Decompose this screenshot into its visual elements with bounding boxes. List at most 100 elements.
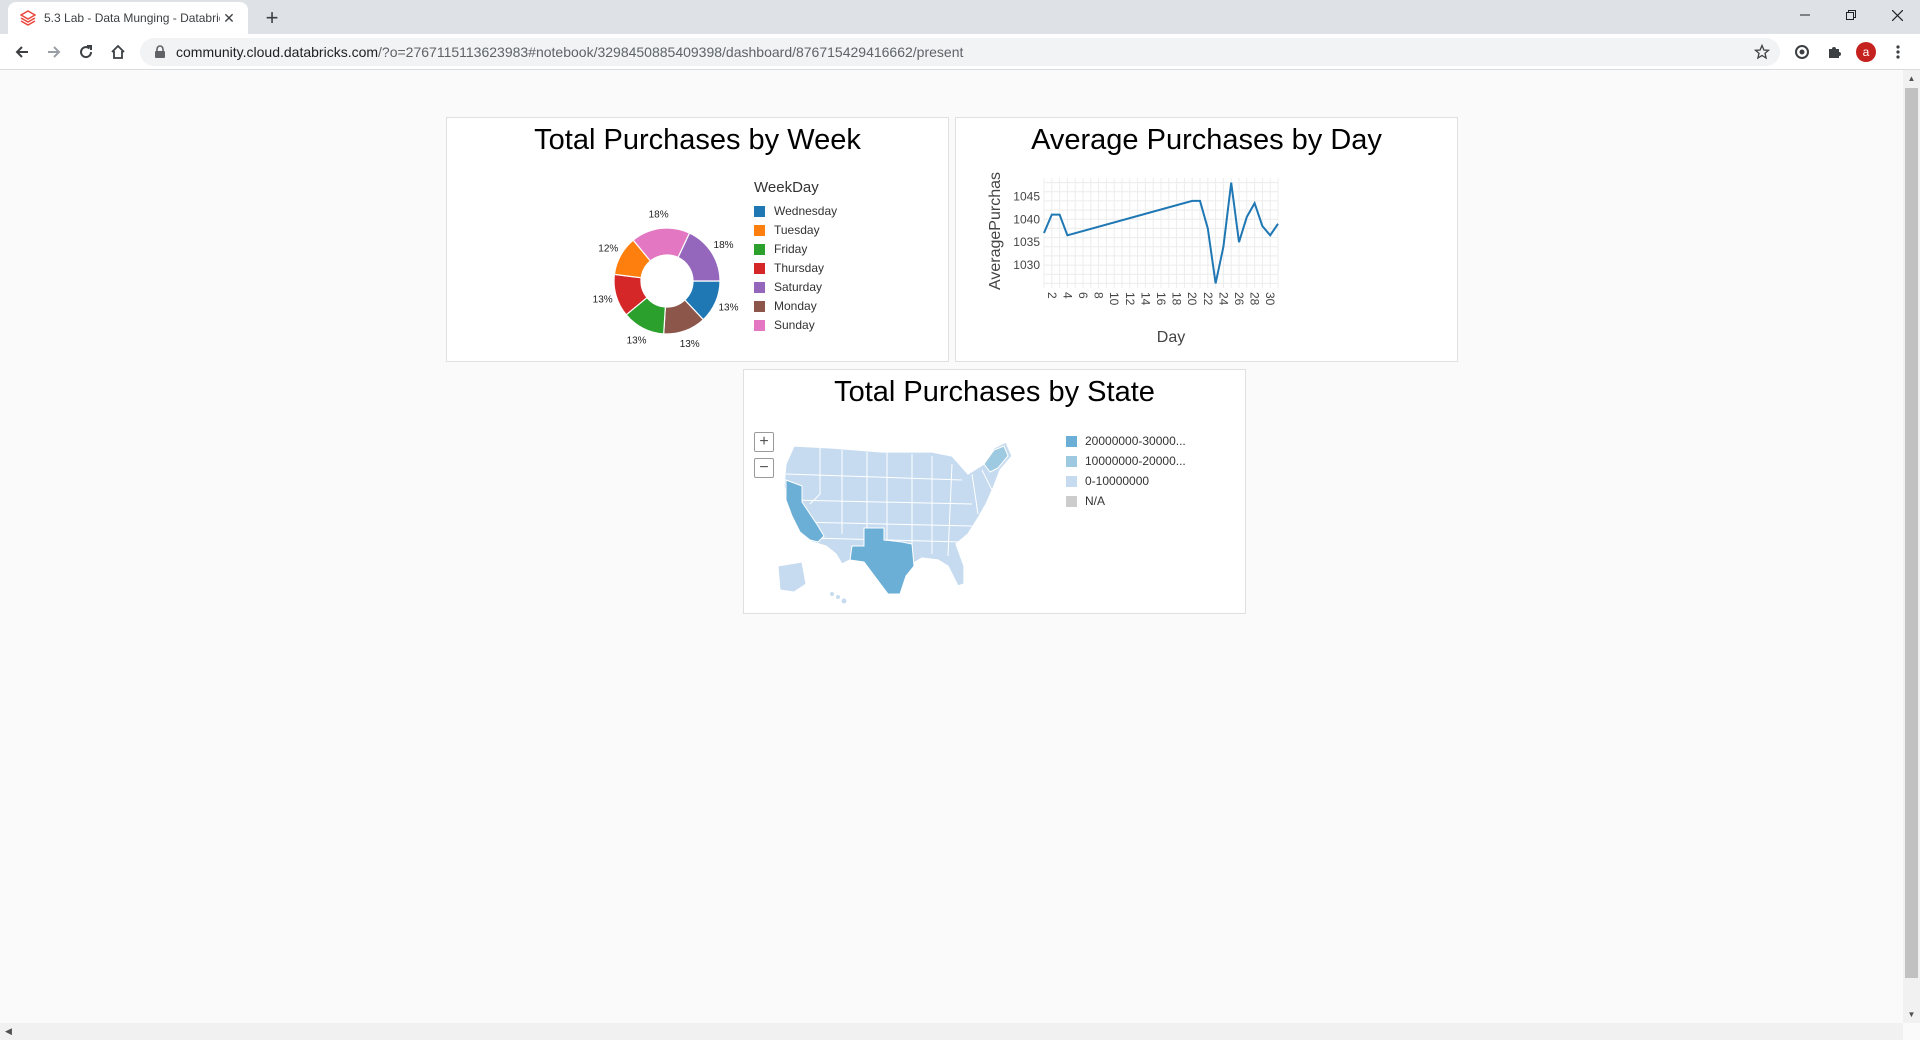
- x-tick-label: 4: [1060, 292, 1074, 299]
- legend-swatch: [1066, 435, 1077, 447]
- extension-button[interactable]: [1788, 38, 1816, 66]
- browser-tab[interactable]: 5.3 Lab - Data Munging - Databricks ✕: [8, 2, 248, 34]
- chart-title: Total Purchases by State: [834, 376, 1155, 408]
- new-tab-button[interactable]: +: [258, 5, 286, 33]
- legend-label: Wednesday: [774, 204, 838, 218]
- scroll-down-icon[interactable]: ▼: [1907, 1010, 1916, 1019]
- x-tick-label: 6: [1076, 292, 1090, 299]
- legend-swatch: [754, 205, 765, 217]
- x-tick-label: 12: [1123, 292, 1137, 306]
- legend-swatch: [754, 319, 765, 331]
- menu-icon: [1896, 45, 1900, 59]
- x-tick-label: 2: [1045, 292, 1059, 299]
- x-tick-label: 14: [1138, 292, 1152, 306]
- x-tick-label: 30: [1263, 292, 1277, 306]
- legend-label: 10000000-20000...: [1085, 454, 1186, 468]
- browser-menu-button[interactable]: [1884, 38, 1912, 66]
- donut-label-thursday: 13%: [593, 295, 613, 306]
- tab-bar: 5.3 Lab - Data Munging - Databricks ✕ +: [0, 0, 1920, 34]
- map-state-hawaii: [830, 592, 847, 604]
- donut-label-friday: 13%: [627, 336, 647, 347]
- legend-label: Friday: [774, 242, 808, 256]
- x-tick-label: 22: [1201, 292, 1215, 306]
- legend-swatch: [754, 281, 765, 293]
- map-legend-item[interactable]: 0-10000000: [1066, 474, 1149, 488]
- databricks-favicon-icon: [20, 10, 36, 26]
- legend-label: N/A: [1085, 494, 1106, 508]
- star-icon[interactable]: [1754, 44, 1770, 60]
- legend-item-friday[interactable]: Friday: [754, 242, 807, 256]
- legend-item-sunday[interactable]: Sunday: [754, 318, 815, 332]
- close-tab-icon[interactable]: ✕: [220, 9, 238, 27]
- map-legend-item[interactable]: N/A: [1066, 494, 1105, 508]
- legend-swatch: [754, 262, 765, 274]
- scroll-up-icon[interactable]: ▲: [1907, 74, 1916, 83]
- close-icon: [1891, 9, 1903, 21]
- x-tick-label: 20: [1185, 292, 1199, 306]
- legend-label: Monday: [774, 299, 817, 313]
- legend-swatch: [1066, 475, 1077, 487]
- forward-button[interactable]: [40, 38, 68, 66]
- map-state-alaska: [777, 561, 807, 593]
- legend-label: 0-10000000: [1085, 474, 1150, 488]
- legend-swatch: [754, 243, 765, 255]
- map-legend-item[interactable]: 20000000-30000...: [1066, 434, 1186, 448]
- forward-icon: [48, 46, 61, 58]
- address-bar[interactable]: community.cloud.databricks.com/?o=276711…: [140, 38, 1780, 66]
- x-tick-label: 8: [1092, 292, 1106, 299]
- legend-label: Tuesday: [774, 223, 820, 237]
- legend-label: 20000000-30000...: [1085, 434, 1186, 448]
- panel-total-purchases-by-week: Total Purchases by Week 13% 13% 13% 13% 12% 1…: [446, 117, 949, 362]
- avatar: a: [1856, 42, 1876, 62]
- chart-title: Total Purchases by Week: [534, 124, 861, 156]
- legend-label: Sunday: [774, 318, 815, 332]
- us-map[interactable]: [772, 434, 1032, 609]
- legend-title: WeekDay: [754, 179, 819, 196]
- legend-item-monday[interactable]: Monday: [754, 299, 817, 313]
- scrollbar-thumb[interactable]: [1905, 88, 1918, 978]
- minimize-button[interactable]: [1782, 0, 1828, 30]
- legend-swatch: [1066, 455, 1077, 467]
- zoom-out-button[interactable]: −: [754, 458, 774, 478]
- vertical-scrollbar[interactable]: ▲ ▼: [1903, 70, 1920, 1023]
- scroll-left-icon[interactable]: ◀: [5, 1026, 12, 1037]
- legend-item-wednesday[interactable]: Wednesday: [754, 204, 837, 218]
- horizontal-scrollbar[interactable]: ◀: [0, 1023, 1903, 1040]
- legend-label: Saturday: [774, 280, 823, 294]
- browser-toolbar: community.cloud.databricks.com/?o=276711…: [0, 34, 1920, 70]
- map-legend-item[interactable]: 10000000-20000...: [1066, 454, 1186, 468]
- reload-icon: [80, 45, 93, 59]
- x-tick-label: 24: [1216, 292, 1230, 306]
- panel-total-purchases-by-state: Total Purchases by State + − 20000000-30…: [743, 369, 1246, 614]
- puzzle-icon: [1829, 47, 1841, 58]
- donut-chart: 13% 13% 13% 13% 12% 18% 18%: [593, 210, 739, 351]
- extension-icon: [1795, 45, 1809, 59]
- profile-button[interactable]: a: [1852, 38, 1880, 66]
- y-axis-label: AveragePurchas: [987, 172, 1004, 290]
- legend-label: Thursday: [774, 261, 825, 275]
- donut-label-wednesday: 13%: [718, 303, 738, 314]
- reload-button[interactable]: [72, 38, 100, 66]
- home-button[interactable]: [104, 38, 132, 66]
- x-tick-label: 18: [1170, 292, 1184, 306]
- close-window-button[interactable]: [1874, 0, 1920, 30]
- back-icon: [15, 46, 28, 58]
- legend-item-tuesday[interactable]: Tuesday: [754, 223, 820, 237]
- zoom-in-button[interactable]: +: [754, 432, 774, 452]
- x-tick-label: 26: [1232, 292, 1246, 306]
- x-tick-label: 28: [1248, 292, 1262, 306]
- back-button[interactable]: [8, 38, 36, 66]
- minimize-icon: [1800, 14, 1810, 16]
- y-tick-label: 1030: [1013, 258, 1040, 272]
- y-tick-label: 1040: [1013, 212, 1040, 226]
- legend-swatch: [754, 300, 765, 312]
- legend-item-thursday[interactable]: Thursday: [754, 261, 824, 275]
- lock-icon: [155, 45, 165, 58]
- line-chart: 10301035104010452 4 6 8 10 12 14 16 18 20 22 24 26 28…: [987, 172, 1279, 346]
- legend-swatch: [1066, 495, 1077, 507]
- restore-button[interactable]: [1828, 0, 1874, 30]
- x-tick-label: 16: [1154, 292, 1168, 306]
- extensions-menu-button[interactable]: [1820, 38, 1848, 66]
- legend-item-saturday[interactable]: Saturday: [754, 280, 822, 294]
- donut-label-sunday: 18%: [649, 210, 669, 221]
